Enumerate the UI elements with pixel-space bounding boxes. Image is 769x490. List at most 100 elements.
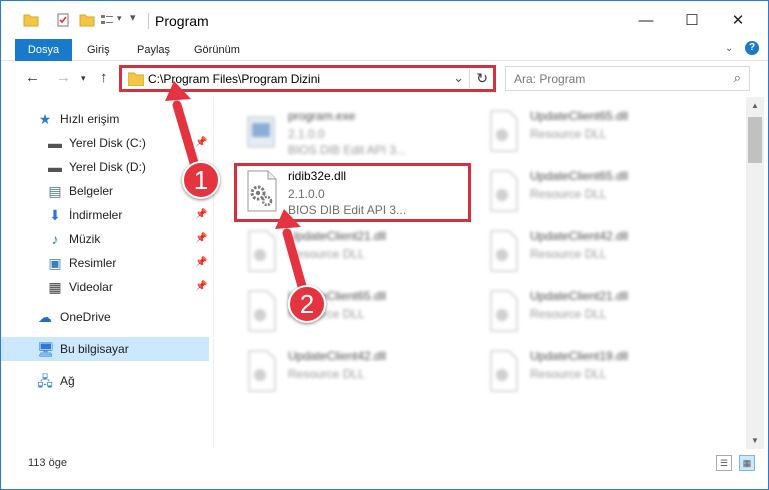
expand-ribbon-icon[interactable]: ⌄ (725, 43, 733, 54)
file-description: Resource DLL (288, 247, 365, 261)
file-item[interactable]: UpdateClient21.dll Resource DLL (242, 225, 478, 285)
file-name: ridib32e.dll (288, 169, 347, 183)
file-description: Resource DLL (530, 187, 607, 201)
file-version: 2.1.0.0 (288, 187, 325, 201)
sidebar-item-network[interactable]: 🖧 Ağ (1, 369, 209, 393)
folder-icon[interactable] (23, 12, 39, 28)
back-button[interactable]: ← (25, 69, 40, 86)
sidebar-item-label: Yerel Disk (C:) (69, 136, 146, 150)
pin-icon[interactable]: 📌 (195, 251, 207, 275)
refresh-icon[interactable]: ↻ (476, 70, 488, 87)
sidebar-item-label: Yerel Disk (D:) (69, 160, 146, 174)
navigation-row: ← → ▾ ↑ C:\Program Files\Program Dizini … (1, 62, 768, 96)
sidebar-item-this-pc[interactable]: 🖥 Bu bilgisayar (1, 337, 209, 361)
sidebar-item-local-disk-c[interactable]: ▬ Yerel Disk (C:) 📌 (1, 131, 209, 155)
sidebar-item-videos[interactable]: ▦ Videolar 📌 (1, 275, 209, 299)
file-description: Resource DLL (288, 367, 365, 381)
scroll-up-icon[interactable]: ▲ (746, 97, 764, 114)
star-icon: ★ (38, 111, 52, 127)
title-divider (148, 13, 149, 29)
sidebar-item-pictures[interactable]: ▣ Resimler 📌 (1, 251, 209, 275)
file-name: UpdateClient21.dll (288, 229, 387, 243)
recent-locations-icon[interactable]: ▾ (81, 73, 86, 84)
tiles-view-icon[interactable]: ▦ (739, 455, 755, 471)
pin-icon[interactable]: 📌 (195, 131, 207, 155)
file-item[interactable]: UpdateClient19.dll Resource DLL (484, 345, 720, 405)
sidebar-item-label: Bu bilgisayar (60, 342, 129, 356)
item-count: 113 öge (28, 457, 67, 469)
sidebar-item-quick-access[interactable]: ★ Hızlı erişim (1, 107, 209, 131)
address-path[interactable]: C:\Program Files\Program Dizini (148, 72, 320, 86)
explorer-window: ▾ ▾ Program ― ☐ ✕ Dosya Giriş Paylaş Gör… (0, 0, 769, 490)
sidebar-item-documents[interactable]: ▤ Belgeler (1, 179, 209, 203)
file-item[interactable]: UpdateClient42.dll Resource DLL (484, 225, 720, 285)
drive-icon: ▬ (48, 135, 62, 151)
ribbon-tabs: Dosya Giriş Paylaş Görünüm ⌄ ? (1, 39, 768, 61)
view-options-icon[interactable] (99, 12, 115, 28)
forward-button[interactable]: → (56, 69, 71, 86)
chevron-down-icon[interactable]: ⌄ (453, 70, 464, 86)
dll-file-icon (490, 350, 518, 392)
file-item[interactable]: UpdateClient21.dll Resource DLL (484, 285, 720, 345)
file-item[interactable]: UpdateClient42.dll Resource DLL (242, 345, 478, 405)
tab-view[interactable]: Görünüm (184, 39, 250, 61)
step-two-badge: 2 (288, 285, 326, 323)
file-name: UpdateClient21.dll (530, 289, 629, 303)
videos-icon: ▦ (48, 279, 62, 295)
tab-file[interactable]: Dosya (15, 39, 72, 61)
dll-gear-file-icon (247, 170, 277, 212)
computer-icon: 🖥 (37, 341, 55, 357)
sidebar-item-downloads[interactable]: ⬇ İndirmeler 📌 (1, 203, 209, 227)
pin-icon[interactable]: 📌 (195, 203, 207, 227)
file-item[interactable]: UpdateClient65.dll Resource DLL (484, 165, 720, 225)
search-placeholder[interactable]: Ara: Program (514, 72, 585, 86)
file-item-selected[interactable]: ridib32e.dll 2.1.0.0 BIOS DIB Edit API 3… (242, 165, 478, 225)
properties-icon[interactable] (55, 12, 71, 28)
sidebar-item-music[interactable]: ♪ Müzik 📌 (1, 227, 209, 251)
file-name: UpdateClient65.dll (530, 109, 629, 123)
up-button[interactable]: ↑ (100, 69, 108, 86)
sidebar-item-label: Videolar (69, 280, 113, 294)
sidebar-item-onedrive[interactable]: ☁ OneDrive (1, 305, 209, 329)
tab-share[interactable]: Paylaş (127, 39, 180, 61)
pin-icon[interactable]: 📌 (195, 275, 207, 299)
details-view-icon[interactable]: ☰ (716, 455, 732, 471)
file-list: program.exe 2.1.0.0 BIOS DIB Edit API 3.… (214, 97, 746, 449)
tab-home[interactable]: Giriş (77, 39, 120, 61)
dll-file-icon (490, 290, 518, 332)
sidebar-item-local-disk-d[interactable]: ▬ Yerel Disk (D:) (1, 155, 209, 179)
help-icon[interactable]: ? (745, 41, 759, 55)
file-item[interactable]: program.exe 2.1.0.0 BIOS DIB Edit API 3.… (242, 105, 478, 165)
music-icon: ♪ (51, 231, 59, 247)
step-one-badge: 1 (182, 161, 220, 199)
cloud-icon: ☁ (38, 309, 52, 325)
pin-icon[interactable]: 📌 (195, 227, 207, 251)
minimize-button[interactable]: ― (623, 1, 669, 39)
scroll-down-icon[interactable]: ▼ (746, 432, 764, 449)
pictures-icon: ▣ (48, 255, 62, 271)
window-title: Program (155, 13, 209, 29)
title-bar: ▾ ▾ Program ― ☐ ✕ (1, 1, 768, 39)
file-name: UpdateClient42.dll (530, 229, 629, 243)
file-name: UpdateClient42.dll (288, 349, 387, 363)
chevron-down-icon[interactable]: ▾ (117, 13, 122, 24)
status-bar: 113 öge ☰ ▦ (1, 450, 768, 476)
new-folder-icon[interactable] (79, 12, 95, 28)
address-bar[interactable]: C:\Program Files\Program Dizini ⌄ ↻ (119, 66, 495, 91)
close-button[interactable]: ✕ (715, 1, 761, 39)
network-icon: 🖧 (37, 373, 53, 389)
scrollbar-thumb[interactable] (748, 117, 762, 163)
search-box[interactable]: Ara: Program ⌕ (505, 66, 750, 91)
file-item[interactable]: UpdateClient65.dll Resource DLL (484, 105, 720, 165)
vertical-scrollbar[interactable]: ▲ ▼ (746, 97, 764, 449)
maximize-button[interactable]: ☐ (669, 1, 715, 39)
file-name: program.exe (288, 109, 356, 123)
file-item[interactable]: UpdateClient65.dll Resource DLL (242, 285, 478, 345)
divider (469, 69, 470, 88)
file-description: Resource DLL (530, 307, 607, 321)
folder-icon (128, 72, 144, 86)
customize-toolbar-icon[interactable]: ▾ (130, 11, 136, 24)
search-icon[interactable]: ⌕ (734, 70, 741, 86)
sidebar-item-label: OneDrive (60, 310, 111, 324)
file-description: Resource DLL (530, 247, 607, 261)
